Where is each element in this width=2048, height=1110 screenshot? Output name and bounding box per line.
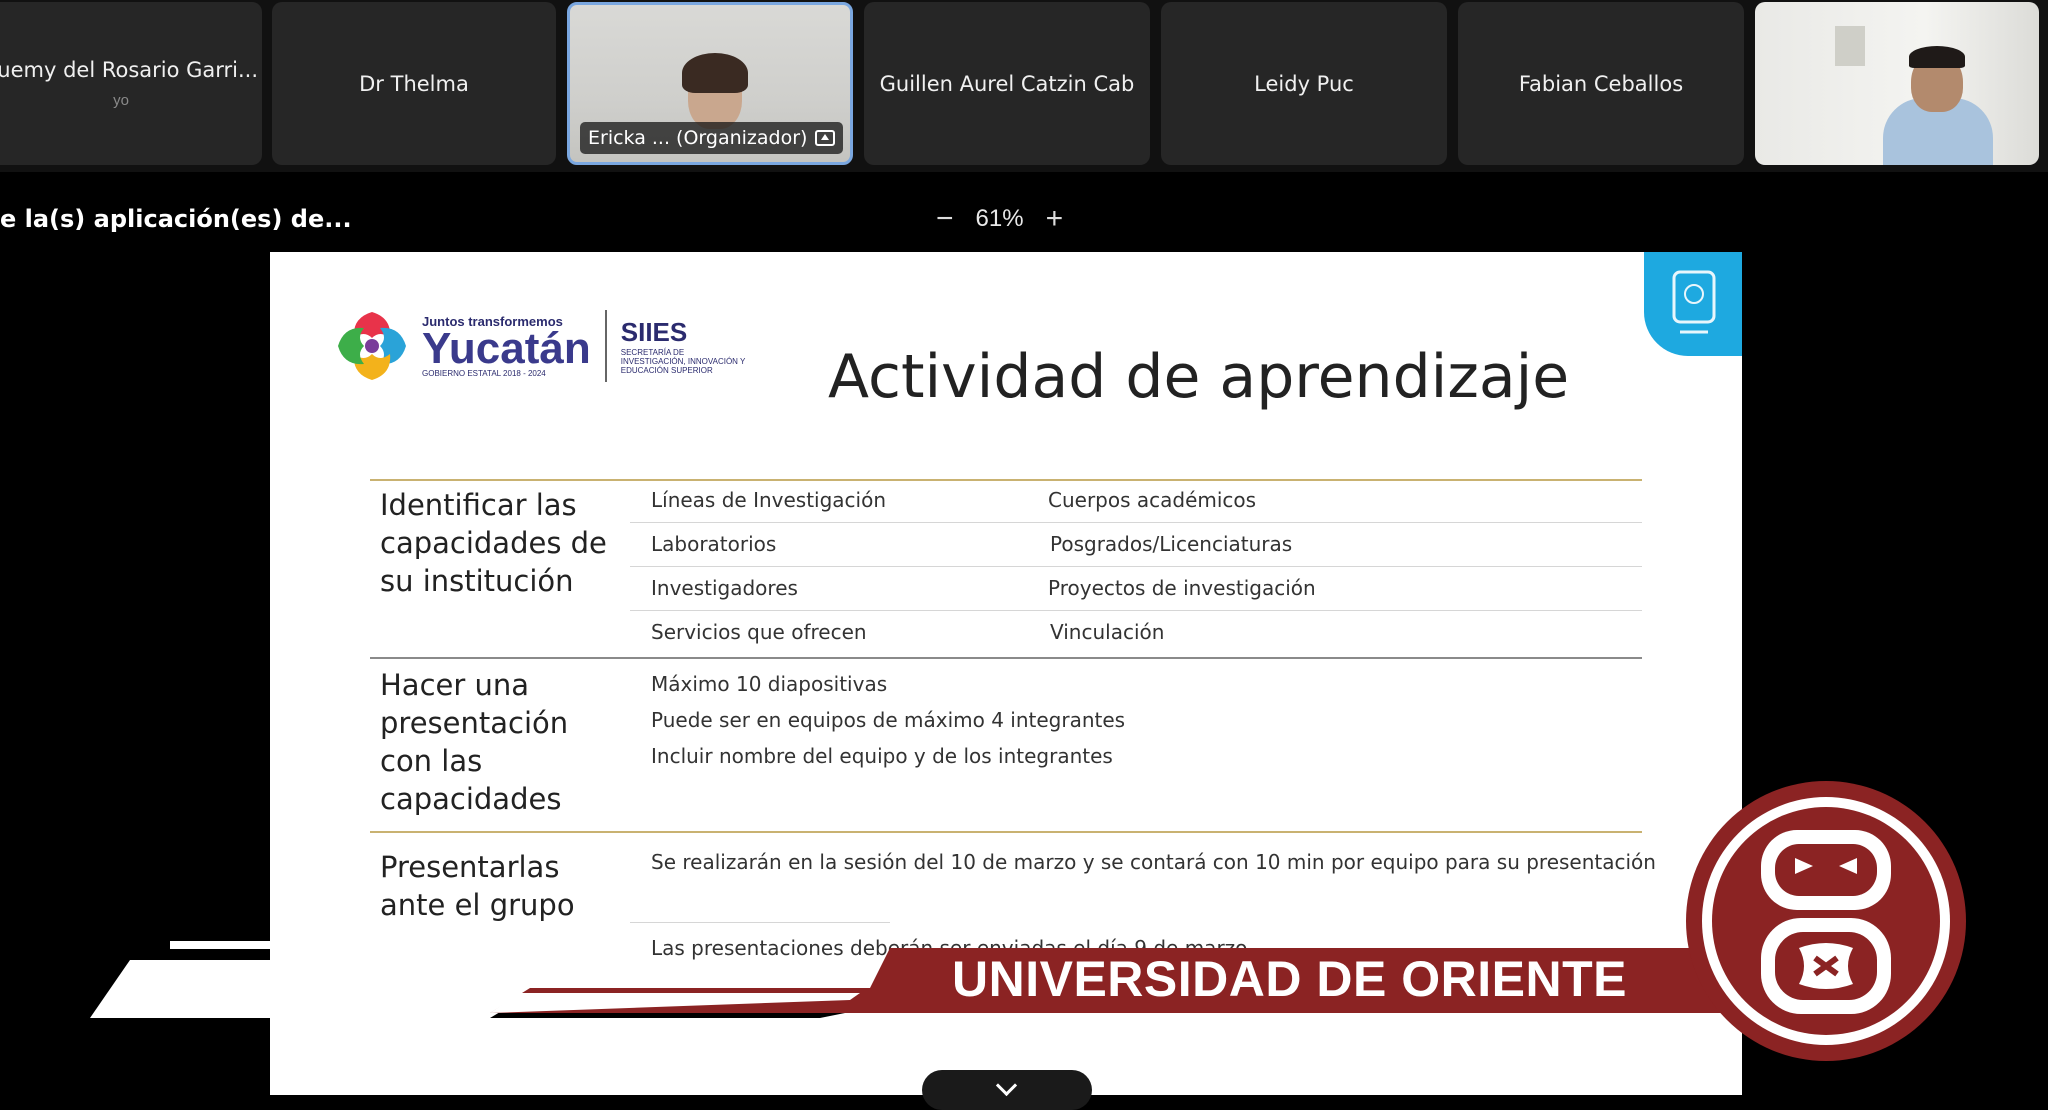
siies-acronym: SIIES [620, 317, 688, 347]
participant-video-hair [1909, 46, 1965, 68]
participant-video-hair [682, 53, 748, 93]
institution-emblem-icon [1672, 270, 1716, 334]
university-seal-icon [1686, 781, 1966, 1061]
zoom-in-button[interactable]: + [1046, 204, 1064, 234]
table-cell: Posgrados/Licenciaturas [1050, 532, 1293, 556]
participant-name: Suemy del Rosario Garri... [0, 58, 259, 82]
participant-strip: Suemy del Rosario Garri... yo Dr Thelma … [0, 0, 2048, 172]
zoom-level: 61% [975, 205, 1024, 232]
row-divider [630, 566, 1642, 567]
participant-tile[interactable]: Dr Thelma [272, 2, 556, 165]
table-cell: Cuerpos académicos [1048, 488, 1257, 512]
table-cell: Máximo 10 diapositivas [651, 672, 888, 696]
table-cell: Investigadores [651, 576, 798, 600]
table-rule-top [370, 479, 1642, 481]
siies-description: SECRETARÍA DE INVESTIGACIÓN, INNOVACIÓN … [620, 348, 746, 375]
table-cell: Se realizarán en la sesión del 10 de mar… [651, 850, 1656, 874]
lower-third-title: UNIVERSIDAD DE ORIENTE [952, 951, 1627, 1007]
table-rule [370, 657, 1642, 659]
table-cell: Puede ser en equipos de máximo 4 integra… [651, 708, 1126, 732]
corner-emblem [1644, 252, 1742, 356]
participant-tile[interactable]: Guillen Aurel Catzin Cab [864, 2, 1150, 165]
logo-divider [604, 310, 607, 382]
table-cell: Líneas de Investigación [651, 488, 887, 512]
participant-tile[interactable]: Fabian Ceballos [1458, 2, 1744, 165]
yucatan-logo-icon [338, 312, 406, 380]
participant-name: Ericka ... (Organizador) [588, 127, 808, 149]
participant-name: Fabian Ceballos [1518, 71, 1684, 96]
table-row-heading: Hacer una presentación con las capacidad… [380, 668, 569, 816]
table-rule [370, 831, 1642, 833]
screen-share-icon [815, 130, 836, 146]
participant-tile[interactable]: Suemy del Rosario Garri... yo [0, 2, 262, 165]
participant-name: Guillen Aurel Catzin Cab [879, 71, 1135, 96]
participant-self-label: yo [113, 92, 129, 109]
table-cell: Incluir nombre del equipo y de los integ… [651, 744, 1113, 768]
table-row-heading: Presentarlas ante el grupo [380, 850, 575, 922]
table-cell: Servicios que ofrecen [651, 620, 867, 644]
zoom-control: − 61% + [936, 204, 1063, 234]
table-cell: Proyectos de investigación [1048, 576, 1316, 600]
slide-title: Actividad de aprendizaje [828, 342, 1570, 412]
table-cell: Vinculación [1050, 620, 1165, 644]
government-logo: Juntos transformemos Yucatán GOBIERNO ES… [334, 308, 751, 384]
participant-name: Leidy Puc [1254, 71, 1354, 96]
table-row-heading: Identificar las capacidades de su instit… [380, 488, 607, 598]
table-cell: Laboratorios [651, 532, 777, 556]
scroll-down-button[interactable] [922, 1070, 1092, 1110]
row-divider [630, 922, 890, 923]
zoom-out-button[interactable]: − [936, 204, 954, 234]
participant-tile[interactable]: Leidy Puc [1161, 2, 1447, 165]
participant-label: Ericka ... (Organizador) [580, 122, 844, 154]
participant-tile-video[interactable] [1755, 2, 2039, 165]
participant-name: Dr Thelma [359, 71, 469, 96]
logo-name: Yucatán [422, 324, 591, 373]
chevron-down-icon [995, 1074, 1018, 1097]
shared-window-title: e la(s) aplicación(es) de... [0, 205, 352, 233]
participant-tile-organizer[interactable]: Ericka ... (Organizador) [567, 2, 853, 165]
row-divider [630, 610, 1642, 611]
wall-outlet [1835, 26, 1865, 66]
row-divider [630, 522, 1642, 523]
